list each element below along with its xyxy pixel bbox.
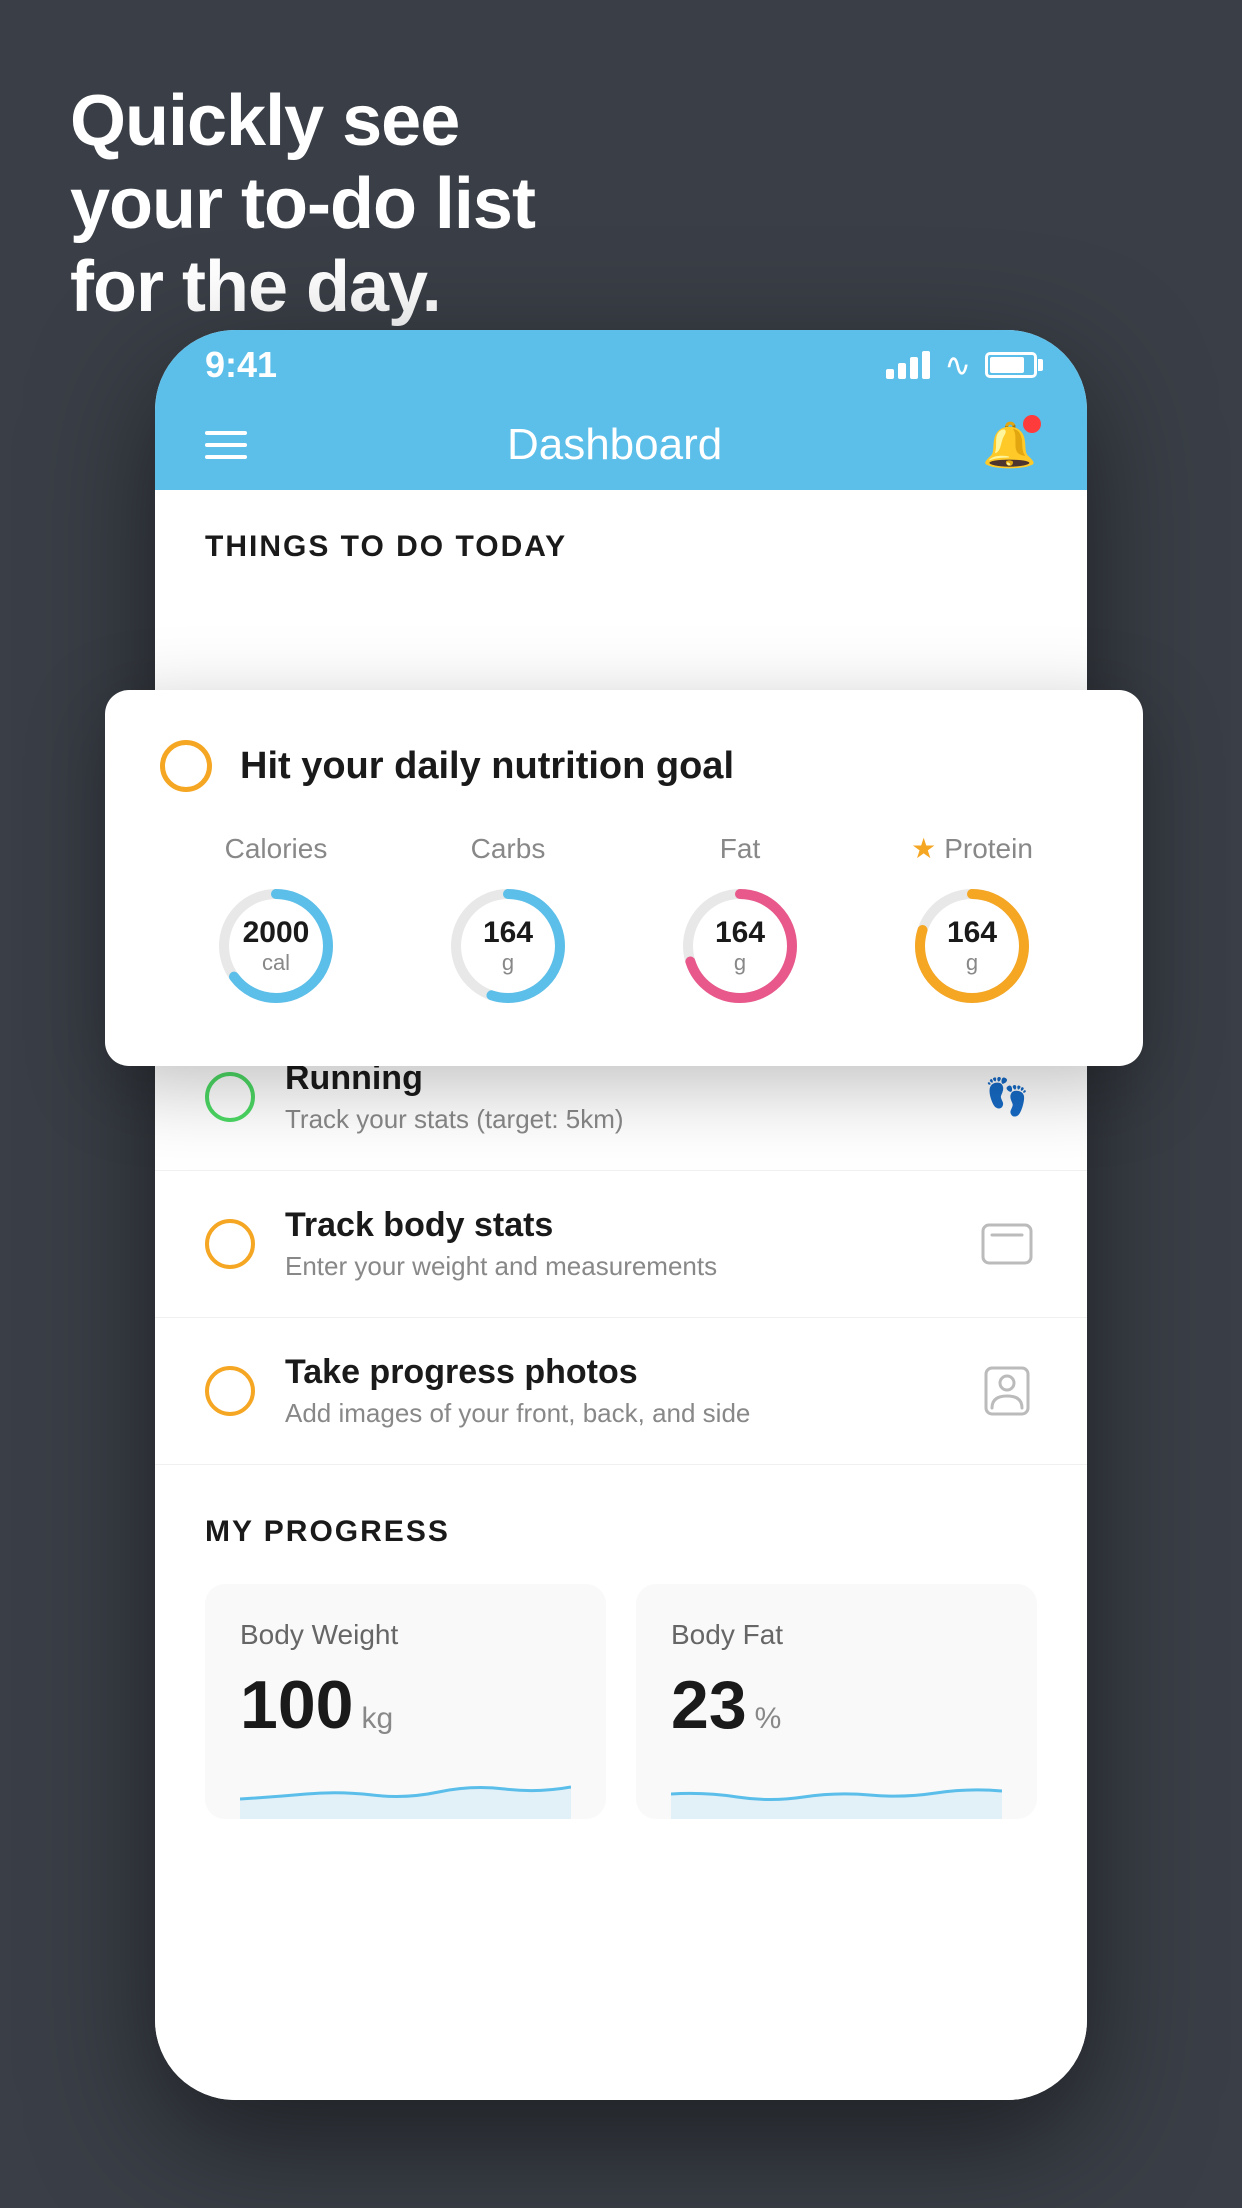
scale-icon	[977, 1219, 1037, 1269]
body-weight-card[interactable]: Body Weight 100kg	[205, 1584, 606, 1819]
todo-text-running: Running Track your stats (target: 5km)	[285, 1059, 947, 1135]
body-weight-value: 100	[240, 1667, 353, 1743]
carbs-donut: 164 g	[443, 881, 573, 1011]
calories-unit: cal	[243, 950, 310, 976]
todo-list: Running Track your stats (target: 5km) 👣…	[155, 1024, 1087, 1465]
body-weight-label: Body Weight	[240, 1619, 571, 1651]
stat-carbs: Carbs 164 g	[443, 833, 573, 1011]
body-fat-value-area: 23%	[671, 1671, 1002, 1739]
carbs-unit: g	[483, 950, 533, 976]
protein-value: 164	[947, 916, 997, 950]
progress-cards: Body Weight 100kg Body Fat	[205, 1584, 1037, 1819]
stat-calories: Calories 2000 cal	[211, 833, 341, 1011]
status-time: 9:41	[205, 344, 277, 386]
hero-line1: Quickly see	[70, 80, 535, 163]
todo-title-progress-photos: Take progress photos	[285, 1353, 947, 1392]
hero-text: Quickly see your to-do list for the day.	[70, 80, 535, 328]
nutrition-circle-indicator	[160, 740, 212, 792]
body-fat-unit: %	[755, 1702, 782, 1735]
todo-text-body-stats: Track body stats Enter your weight and m…	[285, 1206, 947, 1282]
signal-icon	[886, 351, 930, 379]
protein-label-area: ★ Protein	[911, 832, 1033, 865]
calories-donut: 2000 cal	[211, 881, 341, 1011]
nutrition-card[interactable]: Hit your daily nutrition goal Calories 2…	[105, 690, 1143, 1066]
star-icon: ★	[911, 832, 936, 865]
fat-label: Fat	[720, 833, 760, 865]
todo-title-body-stats: Track body stats	[285, 1206, 947, 1245]
notification-button[interactable]: 🔔	[982, 419, 1037, 471]
menu-button[interactable]	[205, 431, 247, 459]
todo-circle-progress-photos	[205, 1366, 255, 1416]
hero-line2: your to-do list	[70, 163, 535, 246]
fat-donut: 164 g	[675, 881, 805, 1011]
body-weight-chart	[240, 1759, 571, 1819]
body-fat-card[interactable]: Body Fat 23%	[636, 1584, 1037, 1819]
body-weight-unit: kg	[361, 1702, 393, 1735]
protein-label: Protein	[944, 833, 1033, 865]
stat-protein: ★ Protein 164 g	[907, 832, 1037, 1011]
fat-value: 164	[715, 916, 765, 950]
hero-line3: for the day.	[70, 246, 535, 329]
carbs-value: 164	[483, 916, 533, 950]
todo-text-progress-photos: Take progress photos Add images of your …	[285, 1353, 947, 1429]
app-header: Dashboard 🔔	[155, 400, 1087, 490]
calories-value: 2000	[243, 916, 310, 950]
todo-subtitle-progress-photos: Add images of your front, back, and side	[285, 1398, 947, 1429]
wifi-icon: ∿	[944, 346, 971, 384]
body-fat-chart	[671, 1759, 1002, 1819]
todo-circle-running	[205, 1072, 255, 1122]
todo-item-body-stats[interactable]: Track body stats Enter your weight and m…	[155, 1171, 1087, 1318]
fat-unit: g	[715, 950, 765, 976]
progress-section: MY PROGRESS Body Weight 100kg	[155, 1465, 1087, 1849]
phone-frame: 9:41 ∿ Dashboard 🔔 THIN	[155, 330, 1087, 2100]
body-fat-label: Body Fat	[671, 1619, 1002, 1651]
body-fat-value: 23	[671, 1667, 747, 1743]
nutrition-card-title: Hit your daily nutrition goal	[240, 745, 734, 788]
header-title: Dashboard	[507, 420, 722, 470]
carbs-label: Carbs	[471, 833, 546, 865]
notification-badge	[1023, 415, 1041, 433]
status-bar: 9:41 ∿	[155, 330, 1087, 400]
nutrition-card-header: Hit your daily nutrition goal	[160, 740, 1088, 792]
body-weight-value-area: 100kg	[240, 1671, 571, 1739]
status-icons: ∿	[886, 346, 1037, 384]
progress-title: MY PROGRESS	[205, 1515, 1037, 1549]
stat-fat: Fat 164 g	[675, 833, 805, 1011]
todo-subtitle-body-stats: Enter your weight and measurements	[285, 1251, 947, 1282]
protein-donut: 164 g	[907, 881, 1037, 1011]
protein-unit: g	[947, 950, 997, 976]
calories-label: Calories	[225, 833, 328, 865]
nutrition-stats: Calories 2000 cal Carbs	[160, 832, 1088, 1011]
todo-circle-body-stats	[205, 1219, 255, 1269]
todo-item-progress-photos[interactable]: Take progress photos Add images of your …	[155, 1318, 1087, 1465]
todo-subtitle-running: Track your stats (target: 5km)	[285, 1104, 947, 1135]
person-icon	[977, 1366, 1037, 1416]
shoe-icon: 👣	[977, 1072, 1037, 1122]
battery-icon	[985, 352, 1037, 378]
things-section-header: THINGS TO DO TODAY	[155, 490, 1087, 584]
